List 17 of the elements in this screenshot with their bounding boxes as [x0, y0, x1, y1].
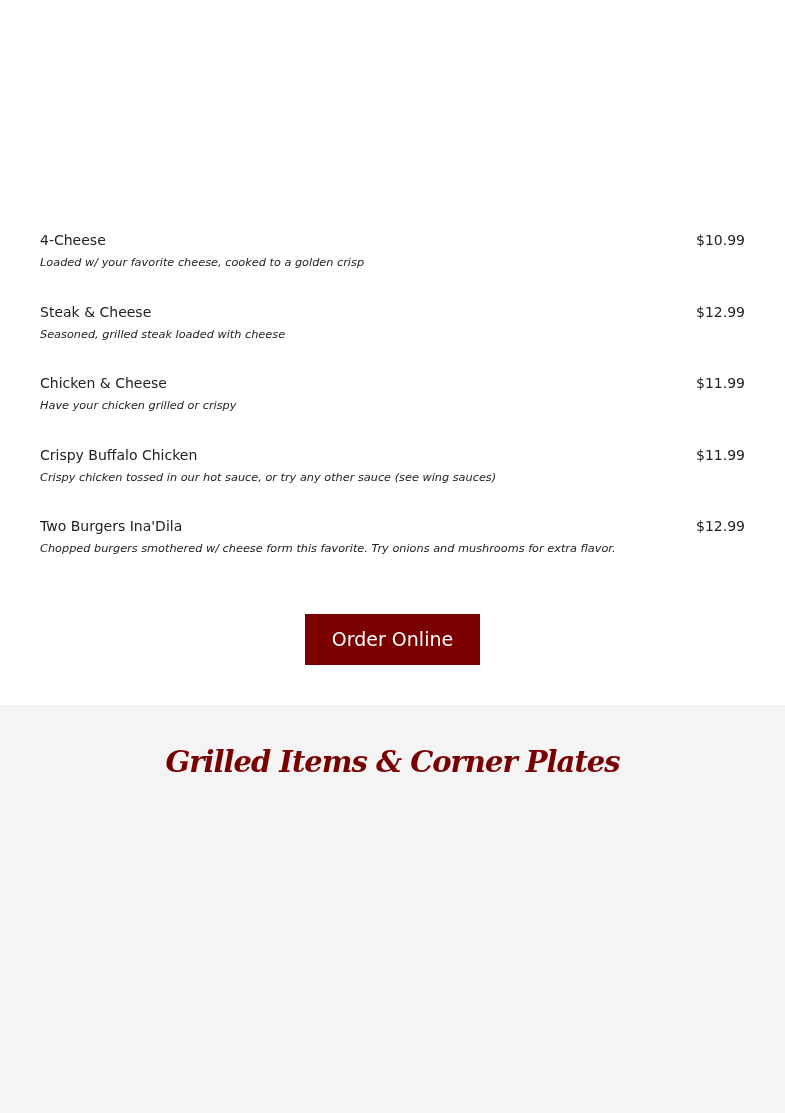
item-price: $10.99 [696, 231, 745, 250]
item-description: Loaded w/ your favorite cheese, cooked to a golden crisp [40, 255, 366, 271]
item-description: Seasoned, grilled steak loaded with cheese [40, 326, 287, 343]
item-description: Have your chicken grilled or crispy [40, 398, 238, 414]
item-name: Crispy Buffalo Chicken [40, 445, 198, 465]
item-description: Chopped burgers smothered w/ cheese form this favorite. Try onions and mushrooms for extra flavor. [40, 541, 617, 557]
item-name: 4-Cheese [40, 231, 106, 250]
item-name: Chicken & Cheese [40, 374, 167, 393]
item-name: Two Burgers Ina'Dila [40, 517, 183, 536]
item-name: Steak & Cheese [40, 302, 152, 322]
item-price: $11.99 [696, 374, 745, 393]
item-price: $12.99 [696, 302, 745, 322]
order-online-button[interactable]: Order Online [305, 613, 480, 665]
item-price: $11.99 [696, 445, 745, 465]
item-description: Crispy chicken tossed in our hot sauce, or try any other sauce (see wing sauces) [40, 469, 498, 486]
item-price: $12.99 [696, 517, 745, 536]
section-heading: Grilled Items & Corner Plates [164, 744, 621, 779]
